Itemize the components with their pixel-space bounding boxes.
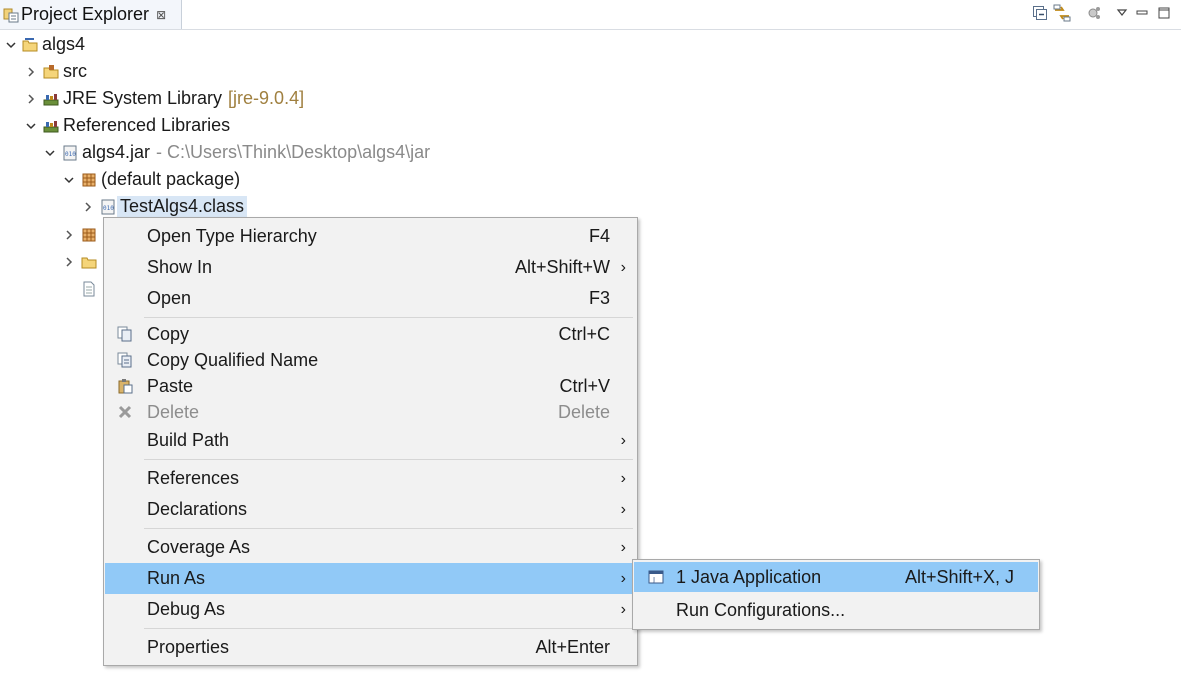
class-file-icon: 010 [100, 199, 116, 215]
submenu-arrow-icon: › [620, 569, 626, 587]
menu-item-open-type-hierarchy[interactable]: Open Type Hierarchy F4 [105, 221, 636, 252]
delete-icon [117, 404, 133, 420]
menu-item-run-as[interactable]: Run As › [105, 563, 636, 594]
menu-separator [144, 528, 633, 529]
source-folder-icon [43, 64, 59, 80]
tree-node-selected-class[interactable]: 010 TestAlgs4.class [81, 193, 248, 220]
chevron-down-icon[interactable] [24, 119, 38, 133]
chevron-right-icon[interactable] [24, 65, 38, 79]
menu-item-delete[interactable]: Delete Delete [105, 399, 636, 425]
package-icon [81, 227, 97, 243]
tree-node-project[interactable]: algs4 [4, 31, 85, 58]
chevron-down-icon[interactable] [62, 173, 76, 187]
view-title: Project Explorer [21, 4, 150, 24]
menu-item-properties[interactable]: Properties Alt+Enter [105, 632, 636, 663]
menu-item-declarations[interactable]: Declarations › [105, 494, 636, 525]
src-label: src [63, 61, 87, 81]
menu-item-references[interactable]: References › [105, 463, 636, 494]
tree-node-default-package[interactable]: (default package) [62, 166, 240, 193]
menu-item-debug-as[interactable]: Debug As › [105, 594, 636, 625]
menu-separator [144, 628, 633, 629]
project-folder-icon [22, 37, 38, 53]
tree-node-jre[interactable]: JRE System Library [jre-9.0.4] [24, 85, 304, 112]
library-icon [43, 118, 59, 134]
view-title-bar: Project Explorer ⊠ [0, 0, 1181, 30]
tree-node-jar[interactable]: 010 algs4.jar - C:\Users\Think\Desktop\a… [43, 139, 430, 166]
package-icon [81, 172, 97, 188]
jar-icon: 010 [62, 145, 78, 161]
chevron-right-icon[interactable] [81, 200, 95, 214]
tree-node-hidden-folder[interactable] [62, 248, 101, 275]
menu-item-copy[interactable]: Copy Ctrl+C [105, 321, 636, 347]
tree-node-referenced-libraries[interactable]: Referenced Libraries [24, 112, 230, 139]
tree-node-hidden-file[interactable] [62, 275, 101, 302]
submenu-arrow-icon: › [620, 258, 626, 276]
context-menu: Open Type Hierarchy F4 Show In Alt+Shift… [103, 217, 638, 666]
menu-separator [144, 459, 633, 460]
svg-text:J: J [652, 576, 655, 584]
submenu-item-java-application[interactable]: J 1 Java Application Alt+Shift+X, J [634, 562, 1038, 592]
submenu-arrow-icon: › [620, 469, 626, 487]
jar-name: algs4.jar [82, 142, 151, 162]
submenu-arrow-icon: › [620, 431, 626, 449]
collapse-all-icon[interactable] [1031, 3, 1049, 23]
project-name: algs4 [42, 34, 86, 54]
svg-text:010: 010 [65, 151, 76, 158]
filters-icon[interactable] [1085, 3, 1103, 23]
submenu-arrow-icon: › [620, 500, 626, 518]
referenced-libraries-label: Referenced Libraries [63, 115, 231, 135]
chevron-right-icon[interactable] [62, 255, 76, 269]
library-icon [43, 91, 59, 107]
copy-qualified-name-icon [117, 352, 133, 368]
jar-path: - C:\Users\Think\Desktop\algs4\jar [156, 142, 431, 162]
close-view-icon[interactable]: ⊠ [156, 9, 166, 21]
paste-icon [117, 378, 133, 394]
java-application-icon: J [648, 569, 664, 585]
submenu-arrow-icon: › [620, 538, 626, 556]
copy-icon [117, 326, 133, 342]
chevron-down-icon[interactable] [4, 38, 18, 52]
tree-node-hidden-package[interactable] [62, 221, 101, 248]
tree-node-src[interactable]: src [24, 58, 87, 85]
menu-item-coverage-as[interactable]: Coverage As › [105, 532, 636, 563]
file-icon [81, 281, 97, 297]
menu-item-build-path[interactable]: Build Path › [105, 425, 636, 456]
link-with-editor-icon[interactable] [1053, 3, 1071, 23]
project-explorer-icon [3, 7, 19, 23]
submenu-arrow-icon: › [620, 600, 626, 618]
svg-text:010: 010 [103, 205, 114, 212]
default-package-label: (default package) [101, 169, 241, 189]
menu-item-open[interactable]: Open F3 [105, 283, 636, 314]
menu-item-paste[interactable]: Paste Ctrl+V [105, 373, 636, 399]
menu-item-copy-qualified-name[interactable]: Copy Qualified Name [105, 347, 636, 373]
project-explorer-tab[interactable]: Project Explorer ⊠ [0, 0, 182, 29]
chevron-right-icon[interactable] [24, 92, 38, 106]
view-menu-icon[interactable] [1113, 3, 1131, 23]
run-as-submenu: J 1 Java Application Alt+Shift+X, J Run … [632, 559, 1040, 630]
submenu-item-run-configurations[interactable]: Run Configurations... [634, 595, 1038, 626]
chevron-down-icon[interactable] [43, 146, 57, 160]
menu-separator [144, 317, 633, 318]
minimize-icon[interactable] [1133, 3, 1151, 23]
menu-item-show-in[interactable]: Show In Alt+Shift+W › [105, 252, 636, 283]
maximize-icon[interactable] [1155, 3, 1173, 23]
selected-class-label: TestAlgs4.class [117, 196, 248, 217]
jre-version: [jre-9.0.4] [228, 88, 305, 108]
folder-icon [81, 254, 97, 270]
chevron-right-icon[interactable] [62, 228, 76, 242]
jre-label: JRE System Library [63, 88, 223, 108]
